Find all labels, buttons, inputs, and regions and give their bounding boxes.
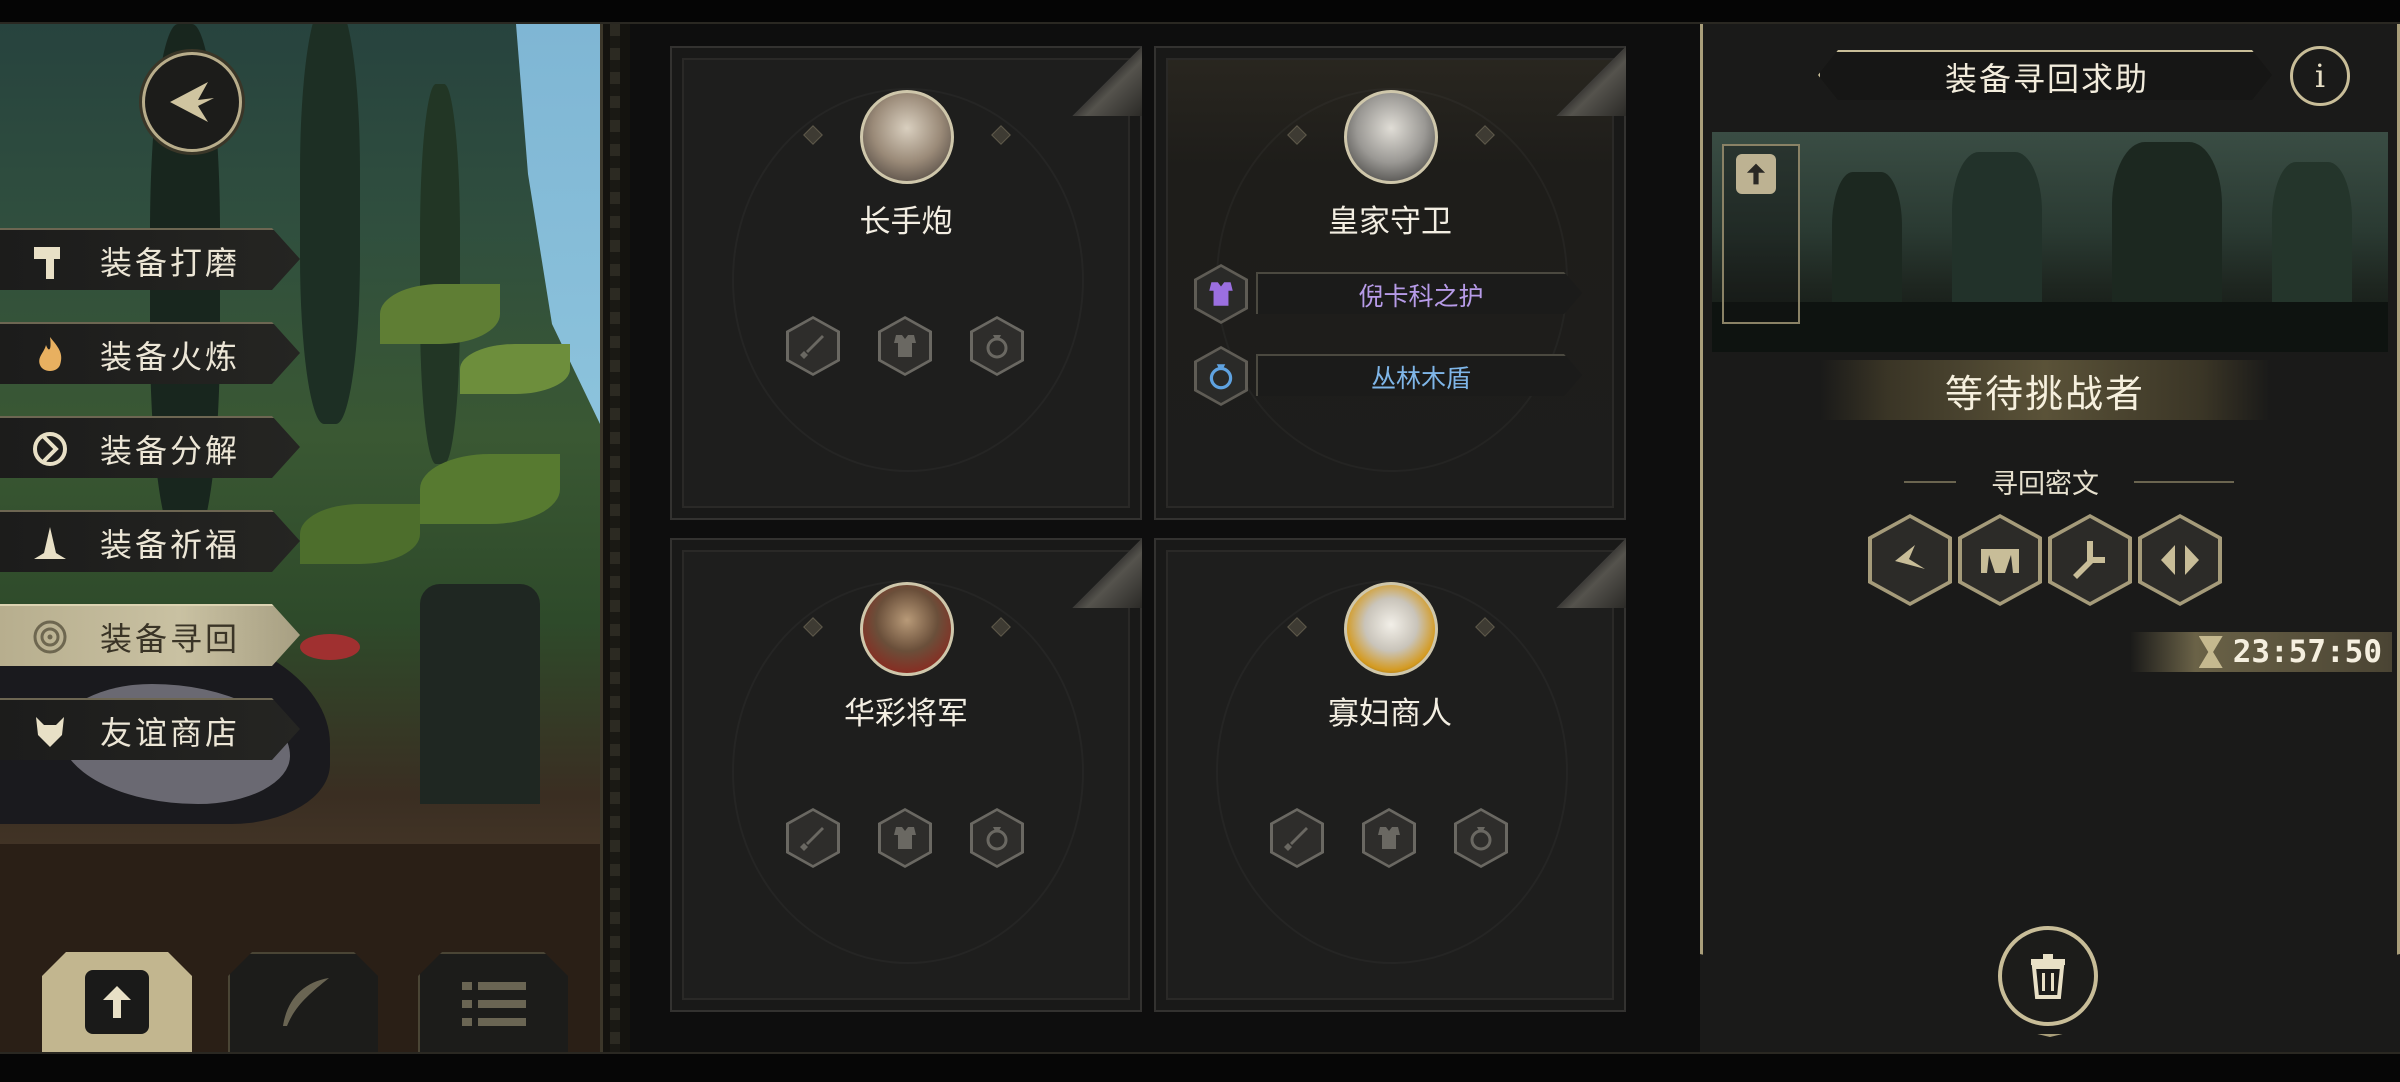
target-icon — [26, 613, 74, 661]
menu-item-polish[interactable]: 装备打磨 — [0, 228, 300, 290]
menu-item-label: 装备火炼 — [100, 338, 241, 376]
hourglass-icon — [2198, 636, 2223, 668]
feather-icon — [283, 978, 329, 1026]
decompose-icon — [26, 425, 74, 473]
hero-name: 皇家守卫 — [1328, 204, 1452, 240]
code-title: 寻回密文 — [1991, 469, 2099, 500]
back-button[interactable] — [142, 52, 242, 152]
equipment-name: 丛林木盾 — [1256, 354, 1582, 396]
sword-icon — [800, 827, 824, 851]
card-corner — [1556, 46, 1626, 116]
hero-portrait — [860, 582, 954, 676]
armor-icon — [894, 827, 916, 849]
status-banner: 等待挑战者 — [1820, 360, 2270, 420]
timer-text: 23:57:50 — [2232, 634, 2382, 670]
menu-item-label: 装备打磨 — [100, 244, 241, 282]
ring-icon — [1209, 364, 1233, 390]
hero-portrait — [860, 90, 954, 184]
tab-list[interactable] — [418, 952, 568, 1052]
hero-card[interactable]: 华彩将军 — [670, 538, 1142, 1012]
card-corner — [1072, 46, 1142, 116]
bottom-border — [0, 1052, 2400, 1082]
dungeon-preview-image — [1712, 132, 2388, 352]
wolf-icon — [26, 707, 74, 755]
armor-icon — [1378, 827, 1400, 849]
sword-icon — [800, 335, 824, 359]
countdown-timer: 23:57:50 — [2130, 632, 2392, 672]
list-icon — [462, 982, 526, 1026]
rune-1-icon — [1895, 545, 1925, 569]
hero-name: 华彩将军 — [844, 696, 968, 732]
menu-item-retrieve[interactable]: 装备寻回 — [0, 604, 300, 666]
armor-icon — [1209, 282, 1233, 306]
tab-feather[interactable] — [228, 952, 378, 1052]
menu-item-label: 友谊商店 — [100, 714, 241, 752]
hero-name: 长手炮 — [859, 204, 953, 240]
divider-line — [2134, 481, 2234, 483]
hammer-icon — [26, 237, 74, 285]
menu-item-forge[interactable]: 装备火炼 — [0, 322, 300, 384]
hero-card[interactable]: 寡妇商人 — [1154, 538, 1626, 1012]
trash-icon — [2031, 954, 2065, 999]
upload-icon — [1746, 163, 1766, 185]
hero-name: 寡妇商人 — [1328, 696, 1452, 732]
menu-item-friendship-shop[interactable]: 友谊商店 — [0, 698, 300, 760]
divider-line — [1904, 481, 1956, 483]
menu-item-label: 装备祈福 — [100, 526, 241, 564]
equipment-icon-frame — [1194, 264, 1248, 324]
menu-item-decompose[interactable]: 装备分解 — [0, 416, 300, 478]
menu-item-label: 装备寻回 — [100, 620, 241, 658]
card-corner — [1072, 538, 1142, 608]
hero-card[interactable]: 长手炮 — [670, 46, 1142, 520]
hero-card[interactable]: 皇家守卫 倪卡科之护 丛林木盾 — [1154, 46, 1626, 520]
equipment-row[interactable]: 倪卡科之护 — [1194, 264, 1594, 324]
share-button[interactable] — [1736, 154, 1776, 194]
ring-icon — [986, 827, 1008, 851]
delete-button[interactable] — [1998, 926, 2098, 1026]
ring-icon — [1470, 827, 1492, 851]
hero-portrait — [1344, 90, 1438, 184]
rune-3-icon — [2073, 541, 2105, 579]
rune-4-icon — [2161, 545, 2199, 575]
back-arrow-icon — [170, 82, 214, 122]
hero-portrait — [1344, 582, 1438, 676]
armor-icon — [894, 335, 916, 357]
praying-hands-icon — [26, 519, 74, 567]
menu-item-bless[interactable]: 装备祈福 — [0, 510, 300, 572]
equipment-row[interactable]: 丛林木盾 — [1194, 346, 1594, 406]
menu-item-label: 装备分解 — [100, 432, 241, 470]
info-icon: i — [2314, 57, 2326, 95]
card-corner — [1556, 538, 1626, 608]
equipment-icon-frame — [1194, 346, 1248, 406]
rune-2-icon — [1981, 549, 2019, 573]
equipment-name: 倪卡科之护 — [1256, 272, 1582, 314]
upload-icon — [103, 986, 131, 1018]
top-border — [0, 0, 2400, 24]
tab-upload[interactable] — [42, 952, 192, 1052]
panel-title: 装备寻回求助 — [1818, 50, 2272, 100]
sword-icon — [1284, 827, 1308, 851]
ring-icon — [986, 335, 1008, 359]
info-button[interactable]: i — [2290, 46, 2350, 106]
flame-icon — [26, 331, 74, 379]
